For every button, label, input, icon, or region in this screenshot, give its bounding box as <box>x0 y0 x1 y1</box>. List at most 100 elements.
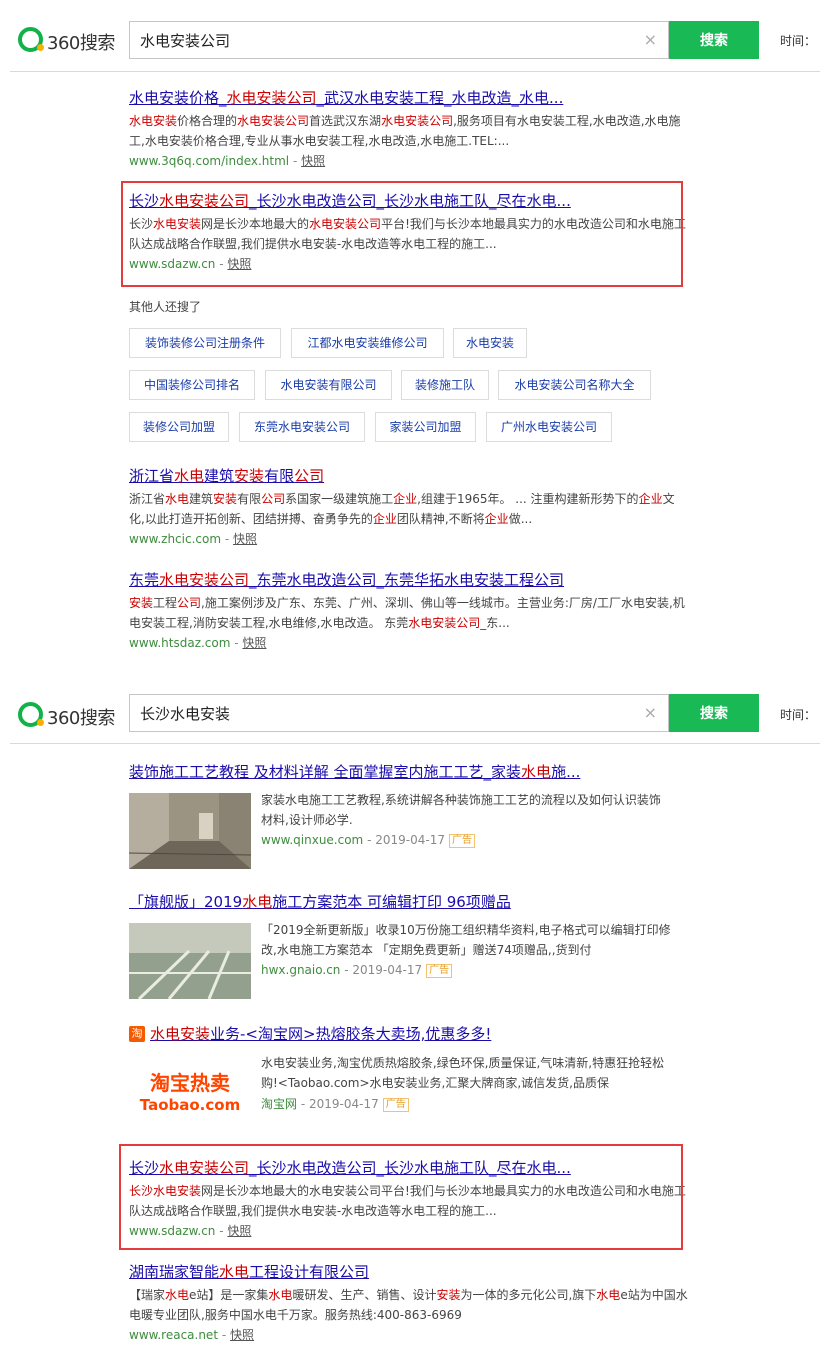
result-url[interactable]: www.3q6q.com/index.html <box>129 154 289 168</box>
keyword-highlight: 公司 <box>261 492 285 506</box>
keyword-highlight: 水电 <box>165 492 189 506</box>
result-url-line: www.3q6q.com/index.html - 快照 <box>129 152 689 170</box>
logo[interactable]: 360搜索 <box>18 27 128 53</box>
result-title[interactable]: 水电安装价格_水电安装公司_武汉水电安装工程_水电改造_水电... <box>129 88 689 108</box>
keyword-highlight: 水电 <box>521 763 551 781</box>
taobao-icon: 淘 <box>129 1026 145 1042</box>
ad-url-line: hwx.gnaio.cn - 2019-04-17广告 <box>261 961 452 979</box>
search-header: 360搜索 × 搜索 时间： <box>0 680 830 752</box>
result-url-line: www.reaca.net - 快照 <box>129 1326 689 1344</box>
ad-title[interactable]: 水电安装业务-<淘宝网>热熔胶条大卖场,优惠多多! <box>150 1024 610 1044</box>
annotation-box <box>121 181 683 287</box>
logo-icon <box>18 27 43 52</box>
keyword-highlight: 水电安装公司 <box>381 114 453 128</box>
result-snippet: 安装工程公司,施工案例涉及广东、东莞、广州、深圳、佛山等一线城市。主营业务:厂房… <box>129 593 689 633</box>
related-tag[interactable]: 水电安装有限公司 <box>265 370 392 400</box>
ad-badge: 广告 <box>449 834 475 848</box>
ad-snippet: 「2019全新更新版」收录10万份施工组织精华资料,电子格式可以编辑打印修改,水… <box>261 920 671 960</box>
result-url[interactable]: www.reaca.net <box>129 1328 218 1342</box>
keyword-highlight: 安装 <box>213 492 237 506</box>
result-item: 水电安装价格_水电安装公司_武汉水电安装工程_水电改造_水电... 水电安装价格… <box>129 88 689 170</box>
related-tag[interactable]: 水电安装公司名称大全 <box>498 370 651 400</box>
keyword-highlight: 公司 <box>294 467 324 485</box>
keyword-highlight: 安装 <box>129 596 153 610</box>
clear-icon[interactable]: × <box>644 31 657 49</box>
ad-url-line: www.qinxue.com - 2019-04-17广告 <box>261 831 475 849</box>
snapshot-link[interactable]: 快照 <box>233 532 257 546</box>
related-tag[interactable]: 水电安装 <box>453 328 527 358</box>
keyword-highlight: 企业 <box>639 492 663 506</box>
keyword-highlight: 安装 <box>436 1288 460 1302</box>
logo-text: 360搜索 <box>47 29 115 55</box>
keyword-highlight: 安装 <box>234 467 264 485</box>
result-url-line: www.zhcic.com - 快照 <box>129 530 689 548</box>
search-input[interactable] <box>140 22 630 58</box>
ad-thumbnail-taobao[interactable]: 淘宝热卖 Taobao.com <box>129 1056 251 1132</box>
related-tag[interactable]: 家装公司加盟 <box>375 412 476 442</box>
ad-thumbnail-room[interactable] <box>129 793 251 869</box>
result-item: 东莞水电安装公司_东莞水电改造公司_东莞华拓水电安装工程公司 安装工程公司,施工… <box>129 570 689 652</box>
keyword-highlight: 水电安装公司 <box>408 616 480 630</box>
result-snippet: 浙江省水电建筑安装有限公司系国家一级建筑施工企业,组建于1965年。 ... 注… <box>129 489 689 529</box>
snapshot-link[interactable]: 快照 <box>230 1328 254 1342</box>
related-tag[interactable]: 广州水电安装公司 <box>486 412 612 442</box>
time-filter[interactable]: 时间： <box>780 706 816 723</box>
header-divider <box>10 743 820 744</box>
keyword-highlight: 水电安装 <box>261 1056 309 1070</box>
keyword-highlight: 水电安装 <box>150 1025 210 1043</box>
related-tag[interactable]: 江都水电安装维修公司 <box>291 328 444 358</box>
search-box: × <box>129 21 669 59</box>
related-tag[interactable]: 东莞水电安装公司 <box>239 412 365 442</box>
search-button[interactable]: 搜索 <box>669 694 759 732</box>
result-title[interactable]: 湖南瑞家智能水电工程设计有限公司 <box>129 1262 689 1282</box>
taobao-logo-domain: Taobao.com <box>129 1096 251 1114</box>
search-header: 360搜索 × 搜索 时间： <box>0 0 830 72</box>
ad-title[interactable]: 装饰施工工艺教程 及材料详解 全面掌握室内施工工艺_家装水电施... <box>129 762 609 782</box>
snapshot-link[interactable]: 快照 <box>301 154 325 168</box>
result-url-line: www.htsdaz.com - 快照 <box>129 634 689 652</box>
keyword-highlight: 水电 <box>268 1288 292 1302</box>
related-searches-title: 其他人还搜了 <box>129 298 201 315</box>
keyword-highlight: 水电安装公司 <box>159 571 249 589</box>
ad-date: 2019-04-17 <box>375 833 445 847</box>
keyword-highlight: 水电安装公司 <box>237 114 309 128</box>
clear-icon[interactable]: × <box>644 704 657 722</box>
keyword-highlight: 水电 <box>219 1263 249 1281</box>
ad-url[interactable]: hwx.gnaio.cn <box>261 963 340 977</box>
ad-title[interactable]: 「旗舰版」2019水电施工方案范本 可编辑打印 96项赠品 <box>129 892 609 912</box>
ad-thumbnail-construction[interactable] <box>129 923 251 999</box>
time-filter[interactable]: 时间： <box>780 32 816 49</box>
logo-text: 360搜索 <box>47 704 115 730</box>
related-tag[interactable]: 装饰装修公司注册条件 <box>129 328 281 358</box>
search-button[interactable]: 搜索 <box>669 21 759 59</box>
keyword-highlight: 企业 <box>393 492 417 506</box>
result-snippet: 【瑞家水电e站】是一家集水电暖研发、生产、销售、设计安装为一体的多元化公司,旗下… <box>129 1285 689 1325</box>
result-snippet: 水电安装价格合理的水电安装公司首选武汉东湖水电安装公司,服务项目有水电安装工程,… <box>129 111 689 151</box>
search-screenshot-1: 360搜索 × 搜索 时间： 水电安装价格_水电安装公司_武汉水电安装工程_水电… <box>0 0 830 680</box>
result-url[interactable]: www.htsdaz.com <box>129 636 230 650</box>
ad-url[interactable]: 淘宝网 <box>261 1097 297 1111</box>
ad-url-line: 淘宝网 - 2019-04-17广告 <box>261 1095 409 1113</box>
search-box: × <box>129 694 669 732</box>
keyword-highlight: 水电 <box>596 1288 620 1302</box>
related-tag[interactable]: 装修施工队 <box>401 370 489 400</box>
keyword-highlight: 企业 <box>485 512 509 526</box>
annotation-box <box>119 1144 683 1250</box>
search-input[interactable] <box>140 695 630 731</box>
result-title[interactable]: 东莞水电安装公司_东莞水电改造公司_东莞华拓水电安装工程公司 <box>129 570 689 590</box>
snapshot-link[interactable]: 快照 <box>242 636 266 650</box>
keyword-highlight: 水电安装公司 <box>227 89 317 107</box>
keyword-highlight: 水电 <box>285 793 309 807</box>
ad-url[interactable]: www.qinxue.com <box>261 833 363 847</box>
logo[interactable]: 360搜索 <box>18 702 128 728</box>
related-tag[interactable]: 中国装修公司排名 <box>129 370 255 400</box>
keyword-highlight: 水电安装 <box>129 114 177 128</box>
keyword-highlight: 水电 <box>174 467 204 485</box>
ad-date: 2019-04-17 <box>309 1097 379 1111</box>
keyword-highlight: 水电 <box>277 943 301 957</box>
related-tag[interactable]: 装修公司加盟 <box>129 412 229 442</box>
result-url[interactable]: www.zhcic.com <box>129 532 221 546</box>
result-title[interactable]: 浙江省水电建筑安装有限公司 <box>129 466 689 486</box>
header-divider <box>10 71 820 72</box>
ad-snippet: 家装水电施工工艺教程,系统讲解各种装饰施工工艺的流程以及如何认识装饰材料,设计师… <box>261 790 671 830</box>
